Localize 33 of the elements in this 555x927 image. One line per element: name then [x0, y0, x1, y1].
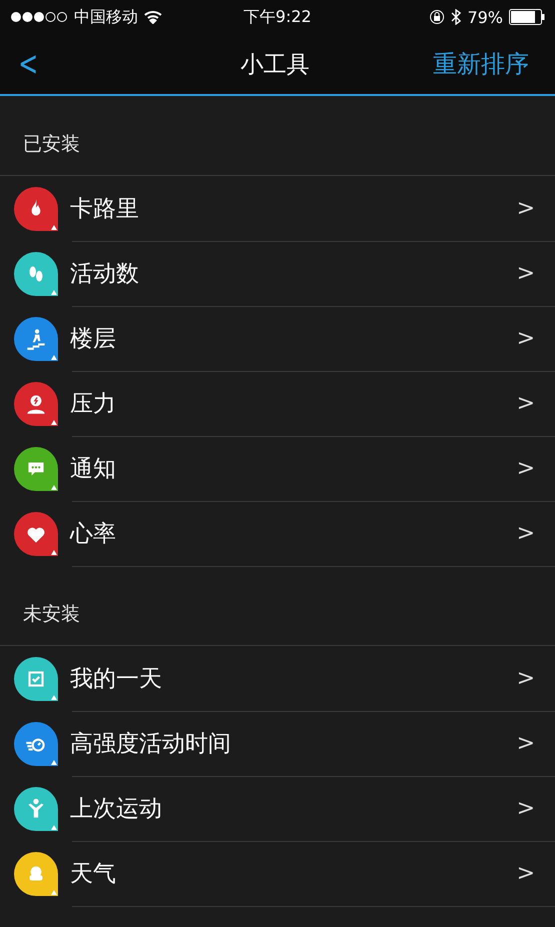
widget-label[interactable]: 高强度活动时间 [70, 728, 231, 758]
chevron-icon: > [516, 390, 535, 416]
page-title: 小工具 [240, 50, 310, 80]
widget-label[interactable]: 上次运动 [70, 792, 162, 824]
section-header: 未安装 [23, 602, 80, 627]
chevron-icon: > [516, 520, 535, 546]
section-header: 已安装 [23, 132, 80, 157]
widget-label[interactable]: 我的一天 [70, 662, 162, 694]
chevron-icon: > [516, 456, 535, 480]
back-button[interactable]: < [15, 44, 42, 84]
chevron-icon: > [516, 796, 535, 820]
bluetooth-icon [451, 9, 462, 25]
carrier-name: 中国移动 [74, 6, 138, 28]
chevron-icon: > [516, 860, 535, 886]
battery-icon [509, 9, 545, 25]
chevron-icon: > [516, 260, 535, 286]
chevron-icon: > [516, 730, 535, 756]
clock-time: 下午9:22 [244, 6, 312, 28]
rotation-lock-icon [429, 9, 446, 25]
widget-label[interactable]: 压力 [70, 388, 116, 418]
chevron-icon: > [516, 326, 535, 350]
widget-label[interactable]: 卡路里 [70, 192, 139, 224]
battery-percent: 79% [467, 8, 503, 26]
widget-label[interactable]: 心率 [70, 518, 116, 548]
widget-label[interactable]: 楼层 [70, 322, 116, 354]
widget-label[interactable]: 天气 [70, 858, 116, 888]
widget-label[interactable]: 通知 [70, 452, 116, 484]
signal-icon [10, 11, 68, 23]
reorder-button[interactable]: 重新排序 [433, 48, 529, 80]
widget-label[interactable]: 活动数 [70, 258, 139, 288]
wifi-icon [144, 10, 162, 24]
chevron-icon: > [516, 196, 535, 220]
chevron-icon: > [516, 666, 535, 690]
